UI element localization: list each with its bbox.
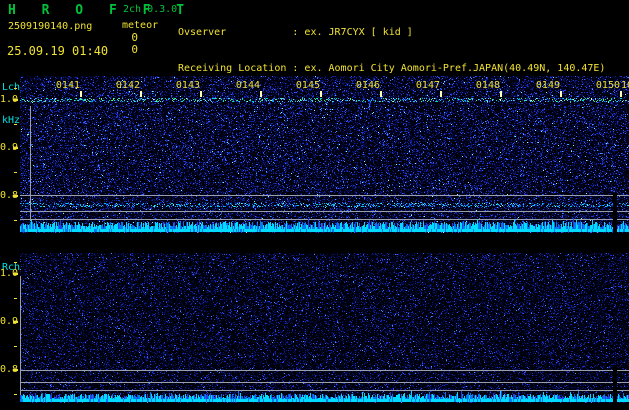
lch-freq-tick-minor	[14, 88, 17, 89]
rch-freq-tick-minor	[14, 346, 17, 347]
time-tick	[620, 91, 622, 97]
lch-freq-tick-major	[13, 99, 18, 101]
time-label: 0147	[415, 80, 440, 91]
time-tick	[500, 91, 502, 97]
hrofft-screen: H R O F F T 2ch 0.3.0 2509190140.png met…	[0, 0, 629, 410]
filename-label: 2509190140.png	[8, 21, 93, 32]
lch-freq-label: 0.9	[0, 142, 19, 153]
rch-freq-tick-major	[13, 321, 18, 323]
lch-freq-tick-minor	[14, 220, 17, 221]
time-tick	[380, 91, 382, 97]
lch-freq-tick-major	[13, 195, 18, 197]
rch-freq-tick-minor	[14, 394, 17, 395]
time-label: 0148	[475, 80, 500, 91]
location-line: Receiving Location : ex. Aomori City Aom…	[178, 63, 606, 74]
time-label: 0142	[115, 80, 140, 91]
rch-freq-label: 0.8	[0, 364, 19, 375]
time-label-partial: 10	[621, 80, 629, 91]
time-label: 0149	[535, 80, 560, 91]
time-tick	[320, 91, 322, 97]
rch-freq-tick-minor	[14, 298, 17, 299]
time-tick	[80, 91, 82, 97]
version-label: 2ch 0.3.0	[123, 4, 178, 15]
rch-freq-tick-minor	[14, 262, 17, 263]
datetime-label: 25.09.19 01:40	[7, 44, 109, 58]
lch-freq-tick-minor	[14, 172, 17, 173]
rch-freq-tick-major	[13, 273, 18, 275]
time-tick	[440, 91, 442, 97]
lch-spectrogram	[20, 76, 629, 233]
rch-freq-label: 0.9	[0, 316, 19, 327]
time-label: 0145	[295, 80, 320, 91]
time-label: 0150	[595, 80, 620, 91]
time-label: 0141	[55, 80, 80, 91]
lch-freq-tick-minor	[14, 124, 17, 125]
time-tick	[560, 91, 562, 97]
lch-freq-label: 0.8	[0, 190, 19, 201]
observer-line: Ovserver : ex. JR7CYX [ kid ]	[178, 27, 413, 38]
time-tick	[140, 91, 142, 97]
time-label: 0146	[355, 80, 380, 91]
rch-freq-tick-major	[13, 369, 18, 371]
lch-freq-tick-major	[13, 147, 18, 149]
rch-freq-label: 1.0	[0, 268, 19, 279]
time-tick	[200, 91, 202, 97]
rch-spectrogram	[20, 253, 629, 403]
time-label: 0144	[235, 80, 260, 91]
lch-freq-label: 1.0	[0, 94, 19, 105]
time-label: 0143	[175, 80, 200, 91]
time-tick	[260, 91, 262, 97]
meteor-label: meteor	[122, 20, 159, 31]
